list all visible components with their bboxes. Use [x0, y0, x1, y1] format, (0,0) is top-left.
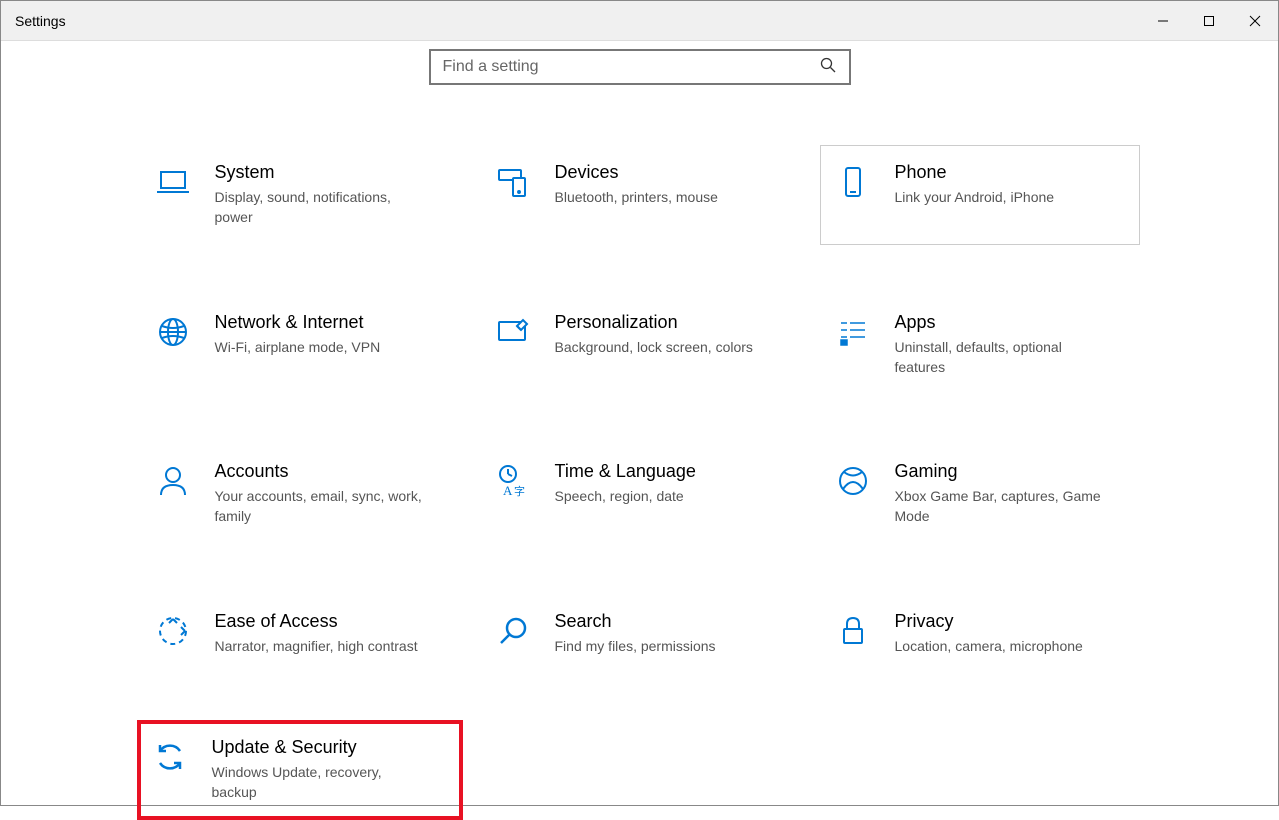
card-system[interactable]: System Display, sound, notifications, po… [140, 145, 460, 245]
card-desc: Wi-Fi, airplane mode, VPN [215, 337, 381, 357]
card-accounts[interactable]: Accounts Your accounts, email, sync, wor… [140, 444, 460, 544]
devices-icon [493, 162, 533, 202]
card-title: Accounts [215, 461, 425, 482]
card-title: Devices [555, 162, 718, 183]
card-devices[interactable]: Devices Bluetooth, printers, mouse [480, 145, 800, 245]
card-desc: Uninstall, defaults, optional features [895, 337, 1105, 378]
card-desc: Bluetooth, printers, mouse [555, 187, 718, 207]
card-desc: Speech, region, date [555, 486, 696, 506]
globe-icon [153, 312, 193, 352]
card-time[interactable]: A字 Time & Language Speech, region, date [480, 444, 800, 544]
card-title: Phone [895, 162, 1055, 183]
card-desc: Your accounts, email, sync, work, family [215, 486, 425, 527]
window-controls [1140, 1, 1278, 40]
paint-icon [493, 312, 533, 352]
lock-icon [833, 611, 873, 651]
window-title: Settings [15, 13, 66, 29]
card-desc: Xbox Game Bar, captures, Game Mode [895, 486, 1105, 527]
card-desc: Narrator, magnifier, high contrast [215, 636, 418, 656]
card-gaming[interactable]: Gaming Xbox Game Bar, captures, Game Mod… [820, 444, 1140, 544]
card-desc: Display, sound, notifications, power [215, 187, 425, 228]
card-desc: Link your Android, iPhone [895, 187, 1055, 207]
titlebar: Settings [1, 1, 1278, 41]
close-button[interactable] [1232, 1, 1278, 40]
card-title: System [215, 162, 425, 183]
phone-icon [833, 162, 873, 202]
card-title: Time & Language [555, 461, 696, 482]
svg-text:字: 字 [514, 484, 525, 498]
card-ease-of-access[interactable]: Ease of Access Narrator, magnifier, high… [140, 594, 460, 673]
card-title: Update & Security [212, 737, 422, 758]
card-phone[interactable]: Phone Link your Android, iPhone [820, 145, 1140, 245]
person-icon [153, 461, 193, 501]
maximize-button[interactable] [1186, 1, 1232, 40]
svg-text:A: A [503, 483, 513, 498]
card-title: Privacy [895, 611, 1083, 632]
card-title: Personalization [555, 312, 753, 333]
card-privacy[interactable]: Privacy Location, camera, microphone [820, 594, 1140, 673]
search-input[interactable] [443, 58, 819, 76]
card-title: Network & Internet [215, 312, 381, 333]
laptop-icon [153, 162, 193, 202]
ease-icon [153, 611, 193, 651]
card-apps[interactable]: Apps Uninstall, defaults, optional featu… [820, 295, 1140, 395]
card-title: Ease of Access [215, 611, 418, 632]
card-desc: Windows Update, recovery, backup [212, 762, 422, 803]
card-desc: Location, camera, microphone [895, 636, 1083, 656]
card-update-security[interactable]: Update & Security Windows Update, recove… [137, 720, 463, 820]
card-title: Search [555, 611, 716, 632]
search-icon [819, 56, 837, 79]
card-title: Apps [895, 312, 1105, 333]
apps-icon [833, 312, 873, 352]
card-personalization[interactable]: Personalization Background, lock screen,… [480, 295, 800, 395]
card-network[interactable]: Network & Internet Wi-Fi, airplane mode,… [140, 295, 460, 395]
xbox-icon [833, 461, 873, 501]
card-search[interactable]: Search Find my files, permissions [480, 594, 800, 673]
card-desc: Background, lock screen, colors [555, 337, 753, 357]
time-language-icon: A字 [493, 461, 533, 501]
card-desc: Find my files, permissions [555, 636, 716, 656]
settings-grid: System Display, sound, notifications, po… [140, 145, 1140, 817]
card-title: Gaming [895, 461, 1105, 482]
magnify-icon [493, 611, 533, 651]
sync-icon [150, 737, 190, 777]
minimize-button[interactable] [1140, 1, 1186, 40]
search-box[interactable] [429, 49, 851, 85]
search-container [1, 41, 1278, 85]
